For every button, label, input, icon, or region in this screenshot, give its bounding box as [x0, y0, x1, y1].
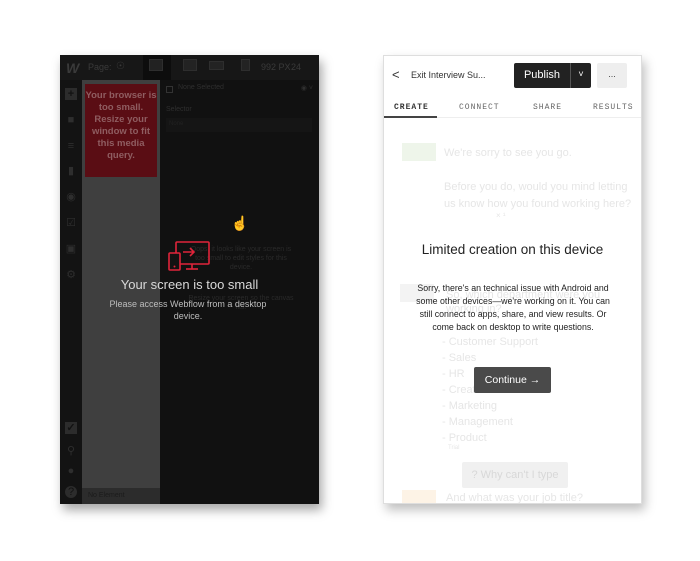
list-item: - Product — [442, 432, 487, 444]
add-icon[interactable]: + — [65, 88, 77, 100]
publish-dropdown-chevron-icon[interactable]: ˅ — [570, 63, 591, 88]
limited-creation-title: Limited creation on this device — [421, 242, 604, 257]
desktop-mobile-devices-icon — [168, 241, 210, 271]
search-icon[interactable]: ⚲ — [65, 445, 77, 457]
no-element-label: No Element — [82, 488, 160, 504]
form-builder-device-screen: < Exit Interview Su... Publish ˅ ... CRE… — [383, 55, 642, 504]
form-title[interactable]: Exit Interview Su... — [411, 70, 486, 80]
preview-eye-icon[interactable]: ☉ — [116, 61, 125, 72]
breakpoint-width: 992 PX — [261, 62, 291, 72]
desktop-breakpoint-icon — [149, 59, 163, 71]
tab-share[interactable]: SHARE — [533, 103, 562, 112]
navigator-icon[interactable]: ≡ — [65, 140, 77, 152]
short-text-block-icon — [402, 490, 436, 503]
active-tab-indicator — [384, 116, 437, 118]
publish-button[interactable]: Publish — [514, 63, 570, 88]
limited-creation-message: Sorry, there's an technical issue with A… — [416, 283, 610, 332]
none-selected-checkbox[interactable] — [166, 86, 173, 93]
list-item: - Customer Support — [442, 336, 538, 348]
webflow-topbar: W Page: ☉ 992 PX 24 — [60, 55, 319, 80]
assets-icon[interactable]: ▣ — [65, 243, 77, 255]
more-options-button[interactable]: ... — [597, 63, 627, 88]
tab-results[interactable]: RESULTS — [593, 103, 634, 112]
breakpoint-zoom: 24 — [291, 62, 302, 72]
question-3-title: And what was your job title? — [446, 492, 583, 504]
continue-button[interactable]: Continue → — [474, 367, 551, 393]
users-icon[interactable]: ● — [65, 465, 77, 477]
tablet-breakpoint-icon[interactable] — [183, 59, 197, 71]
database-icon[interactable]: ◉ — [65, 191, 77, 203]
selector-label: Selector — [166, 106, 192, 113]
webflow-device-screen: W Page: ☉ 992 PX 24 + ■ ≡ ▮ ◉ ☑ ▣ ⚙ ✓ ⚲ … — [60, 55, 319, 504]
canvas-area: Your browser is too small. Resize your w… — [82, 80, 160, 504]
mobile-portrait-breakpoint-icon[interactable] — [241, 59, 250, 71]
cube-icon[interactable]: ■ — [65, 114, 77, 126]
selector-input[interactable]: None — [166, 118, 312, 132]
back-chevron-icon[interactable]: < — [392, 67, 400, 82]
page-icon[interactable]: ▮ — [65, 165, 77, 177]
mobile-landscape-breakpoint-icon[interactable] — [209, 61, 224, 70]
list-item: - Sales — [442, 352, 477, 364]
question-1-hint: × ¹ — [496, 211, 506, 220]
screen-too-small-subtitle: Please access Webflow from a desktop dev… — [109, 299, 267, 321]
hand-pointer-icon: ☝ — [231, 215, 249, 231]
tab-connect[interactable]: CONNECT — [459, 103, 500, 112]
list-item: - Management — [442, 416, 513, 428]
question-1-title: We're sorry to see you go. — [444, 147, 572, 159]
why-cant-i-type-button[interactable]: ? Why can't I type — [462, 462, 568, 488]
tab-create[interactable]: CREATE — [394, 103, 429, 112]
page-label: Page: — [88, 62, 112, 72]
tab-bar: CREATE CONNECT SHARE RESULTS — [384, 98, 641, 118]
webflow-logo: W — [66, 60, 80, 76]
style-panel: None Selected ◉ ˅ Selector None ☝ Oops, … — [160, 80, 319, 504]
other-label: Trial — [448, 445, 460, 451]
checkbox-icon[interactable]: ✓ — [65, 422, 77, 434]
screen-too-small-title: Your screen is too small — [120, 277, 259, 292]
none-selected-label: None Selected — [178, 84, 224, 91]
help-icon[interactable]: ? — [65, 486, 77, 498]
browser-too-small-warning: Your browser is too small. Resize your w… — [85, 84, 157, 177]
style-options-icon[interactable]: ◉ ˅ — [301, 84, 313, 92]
list-item: - Marketing — [442, 400, 498, 412]
cart-icon[interactable]: ☑ — [65, 217, 77, 229]
question-1-body: Before you do, would you mind letting us… — [444, 181, 632, 210]
webflow-left-toolbar: + ■ ≡ ▮ ◉ ☑ ▣ ⚙ ✓ ⚲ ● ? — [60, 80, 82, 504]
statement-block-icon — [402, 143, 436, 161]
